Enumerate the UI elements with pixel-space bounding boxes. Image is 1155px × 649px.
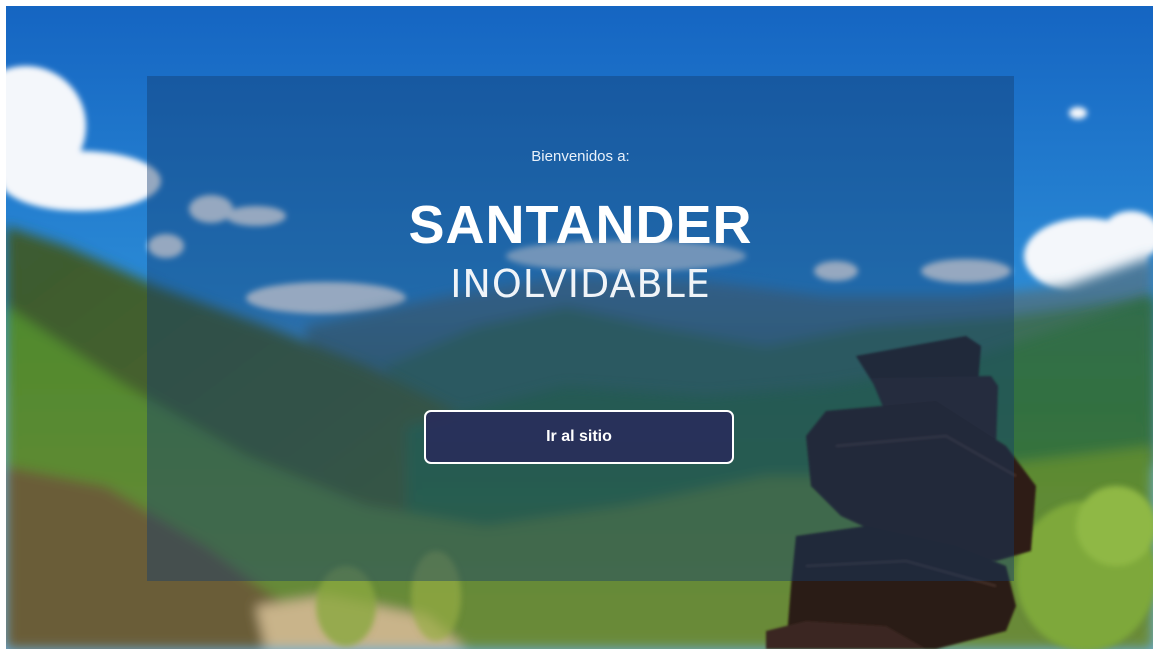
- welcome-overlay-panel: Bienvenidos a: SANTANDER INOLVIDABLE Ir …: [147, 76, 1014, 581]
- site-title: SANTANDER: [408, 195, 753, 255]
- welcome-text: Bienvenidos a:: [531, 148, 630, 165]
- go-to-site-button-label: Ir al sitio: [546, 428, 612, 445]
- go-to-site-button[interactable]: Ir al sitio: [424, 410, 734, 464]
- site-subtitle: INOLVIDABLE: [450, 262, 711, 306]
- hero-section: Bienvenidos a: SANTANDER INOLVIDABLE Ir …: [6, 6, 1153, 649]
